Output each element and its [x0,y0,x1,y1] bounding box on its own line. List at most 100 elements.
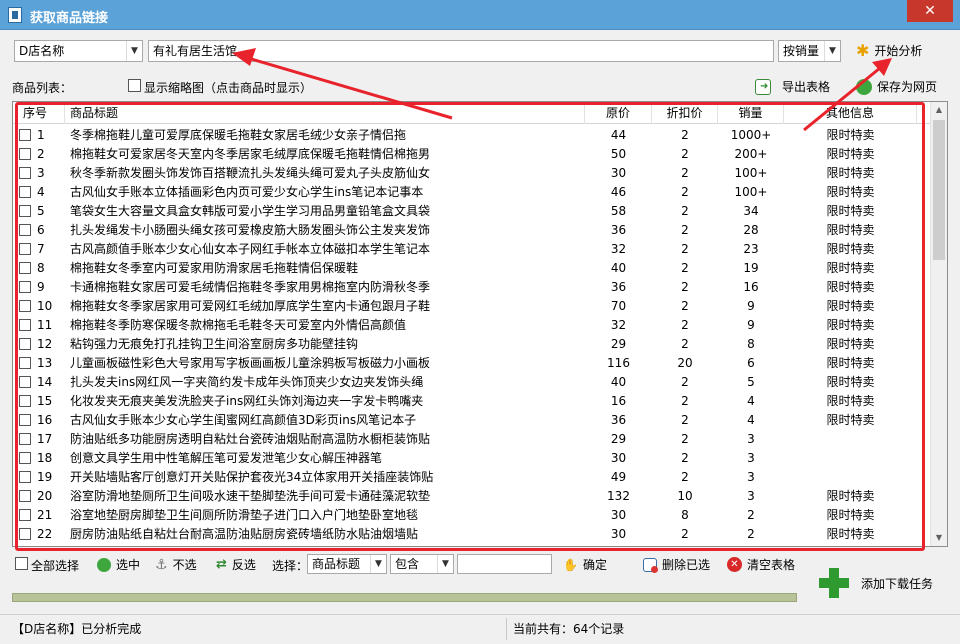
table-row[interactable]: 3 秋冬季新款发圈头饰发饰百搭鞭流扎头发绳头绳可爱丸子头皮筋仙女 30 2 100+ 限时… [13,164,933,183]
row-checkbox[interactable] [19,186,31,198]
table-row[interactable]: 2 棉拖鞋女可爱家居冬天室内冬季居家毛绒厚底保暖毛拖鞋情侣棉拖男 50 2 200+ 限时… [13,145,933,164]
row-checkbox[interactable] [19,300,31,312]
row-checkbox[interactable] [19,319,31,331]
row-discount: 2 [681,394,689,408]
status-left: 【D店名称】已分析完成 [12,622,142,636]
header-sales[interactable]: 销量 [718,102,784,124]
header-index[interactable]: 序号 [13,102,65,124]
row-title: 棉拖鞋女可爱家居冬天室内冬季居家毛绒厚底保暖毛拖鞋情侣棉拖男 [70,147,431,161]
mode-select[interactable]: 包含 ▼ [390,554,454,574]
confirm-button[interactable]: ✋ 确定 [563,556,607,573]
row-checkbox[interactable] [19,452,31,464]
row-checkbox[interactable] [19,471,31,483]
row-sales: 9 [747,318,755,332]
window-title: 获取商品链接 [30,11,109,26]
select-button[interactable]: 选中 [97,556,140,573]
row-discount: 8 [681,508,689,522]
swap-icon: ⇄ [216,557,227,572]
row-checkbox[interactable] [19,281,31,293]
table-row[interactable]: 12 粘钩强力无痕免打孔挂钩卫生间浴室厨房多功能壁挂钩 29 2 8 限时特卖 [13,335,933,354]
row-checkbox[interactable] [19,205,31,217]
filter-input[interactable] [457,554,552,574]
delete-selected-label: 删除已选 [662,558,711,572]
close-button[interactable]: ✕ [907,0,953,22]
row-price: 44 [610,128,627,142]
app-icon [8,7,22,23]
invert-button[interactable]: ⇄ 反选 [216,556,256,573]
row-checkbox[interactable] [19,243,31,255]
row-checkbox[interactable] [19,528,31,540]
table-row[interactable]: 5 笔袋女生大容量文具盒女韩版可爱小学生学习用品男童铅笔盒文具袋 58 2 34 限时特卖 [13,202,933,221]
row-other: 限时特卖 [826,375,875,389]
table-row[interactable]: 22 厨房防油贴纸自粘灶台耐高温防油贴厨房瓷砖墙纸防水贴油烟墙贴 30 2 2 限时特卖 [13,525,933,544]
shop-select-value: D店名称 [19,44,65,58]
header-title[interactable]: 商品标题 [65,102,585,124]
header-discount[interactable]: 折扣价 [652,102,718,124]
deselect-button[interactable]: ⚓ 不选 [155,556,197,573]
product-table[interactable]: 序号 商品标题 原价 折扣价 销量 其他信息 1 冬季棉拖鞋儿童可爱厚底保暖毛拖鞋… [12,101,948,547]
table-row[interactable]: 1 冬季棉拖鞋儿童可爱厚底保暖毛拖鞋女家居毛绒少女亲子情侣拖 44 2 1000+ 限时特… [13,126,933,145]
row-checkbox[interactable] [19,509,31,521]
row-checkbox[interactable] [19,338,31,350]
row-checkbox[interactable] [19,414,31,426]
vertical-scrollbar[interactable]: ▲ ▼ [930,102,947,546]
table-row[interactable]: 10 棉拖鞋女冬季家居家用可爱网红毛绒加厚底学生室内卡通包跟月子鞋 70 2 9 限时特卖 [13,297,933,316]
table-row[interactable]: 4 古风仙女手账本立体插画彩色内页可爱少女心学生ins笔记本记事本 46 2 100+ 限… [13,183,933,202]
table-row[interactable]: 14 扎头发夫ins网红风一字夹简约发卡成年头饰顶夹少女边夹发饰头绳 40 2 5 限时特… [13,373,933,392]
field-select-value: 商品标题 [312,557,361,571]
sort-select-value: 按销量 [783,44,820,58]
thumbnail-checkbox[interactable] [128,79,141,92]
row-checkbox[interactable] [19,433,31,445]
row-discount: 2 [681,299,689,313]
scroll-thumb[interactable] [933,120,945,260]
row-price: 32 [610,318,627,332]
row-price: 29 [610,432,627,446]
add-download-task-button[interactable]: 添加下载任务 [818,567,933,599]
row-checkbox[interactable] [19,357,31,369]
table-row[interactable]: 17 防油贴纸多功能厨房透明自粘灶台瓷砖油烟贴耐高温防水橱柜装饰贴 29 2 3 [13,430,933,449]
row-checkbox[interactable] [19,148,31,160]
scroll-down-icon[interactable]: ▼ [931,530,947,546]
row-discount: 2 [681,451,689,465]
table-row[interactable]: 8 棉拖鞋女冬季室内可爱家用防滑家居毛拖鞋情侣保暖鞋 40 2 19 限时特卖 [13,259,933,278]
clear-icon: ✕ [727,557,742,572]
clear-table-button[interactable]: ✕ 清空表格 [727,556,795,573]
table-row[interactable]: 9 卡通棉拖鞋女家居可爱毛绒情侣拖鞋冬季家用男棉拖室内防滑秋冬季 36 2 16 限时特卖 [13,278,933,297]
table-row[interactable]: 11 棉拖鞋冬季防寒保暖冬款棉拖毛毛鞋冬天可爱室内外情侣高颜值 32 2 9 限时特卖 [13,316,933,335]
delete-selected-button[interactable]: 删除已选 [643,556,710,573]
row-checkbox[interactable] [19,376,31,388]
table-row[interactable]: 21 浴室地垫厨房脚垫卫生间厕所防滑垫子进门口入户门地垫卧室地毯 30 8 2 限时特卖 [13,506,933,525]
header-other[interactable]: 其他信息 [784,102,917,124]
row-checkbox[interactable] [19,262,31,274]
table-row[interactable]: 16 古风仙女手账本少女心学生闺蜜网红高颜值3D彩页ins风笔记本子 36 2 4 限时特… [13,411,933,430]
row-discount: 2 [681,223,689,237]
header-price[interactable]: 原价 [585,102,652,124]
row-title: 卡通棉拖鞋女家居可爱毛绒情侣拖鞋冬季家用男棉拖室内防滑秋冬季 [70,280,431,294]
table-row[interactable]: 18 创意文具学生用中性笔解压笔可爱发泄笔少女心解压神器笔 30 2 3 [13,449,933,468]
table-row[interactable]: 7 古风高颜值手账本少女心仙女本子网红手帐本立体磁扣本学生笔记本 32 2 23 限时特卖 [13,240,933,259]
table-row[interactable]: 6 扎头发绳发卡小肠圈头绳女孩可爱橡皮筋大肠发圈头饰公主发夹发饰 36 2 28 限时特卖 [13,221,933,240]
export-table-button[interactable]: ➜ 导出表格 [755,78,830,95]
table-row[interactable]: 19 开关贴墙贴客厅创意灯开关贴保护套夜光34立体家用开关插座装饰贴 49 2 3 [13,468,933,487]
table-row[interactable]: 20 浴室防滑地垫厕所卫生间吸水速干垫脚垫洗手间可爱卡通硅藻泥软垫 132 10 3 限时… [13,487,933,506]
row-checkbox[interactable] [19,490,31,502]
row-price: 30 [610,166,627,180]
table-row[interactable]: 13 儿童画板磁性彩色大号家用写字板画画板儿童涂鸦板写板磁力小画板 116 20 6 限时… [13,354,933,373]
start-analysis-button[interactable]: ✱ 开始分析 [856,42,922,59]
row-checkbox[interactable] [19,129,31,141]
row-checkbox[interactable] [19,395,31,407]
row-title: 浴室地垫厨房脚垫卫生间厕所防滑垫子进门口入户门地垫卧室地毯 [70,508,419,522]
row-other: 限时特卖 [826,280,875,294]
keyword-input[interactable]: 有礼有居生活馆 [148,40,774,62]
shop-select[interactable]: D店名称 ▼ [14,40,143,62]
sort-select[interactable]: 按销量 ▼ [778,40,841,62]
field-select[interactable]: 商品标题 ▼ [307,554,387,574]
scroll-up-icon[interactable]: ▲ [931,102,947,118]
table-row[interactable]: 15 化妆发夹无痕夹美发洗脸夹子ins网红头饰刘海边夹一字发卡鸭嘴夹 16 2 4 限时特… [13,392,933,411]
row-sales: 3 [747,451,755,465]
row-checkbox[interactable] [19,167,31,179]
row-checkbox[interactable] [19,224,31,236]
mode-select-value: 包含 [395,557,420,571]
select-all-checkbox[interactable] [15,557,28,570]
save-webpage-button[interactable]: 保存为网页 [856,78,937,95]
